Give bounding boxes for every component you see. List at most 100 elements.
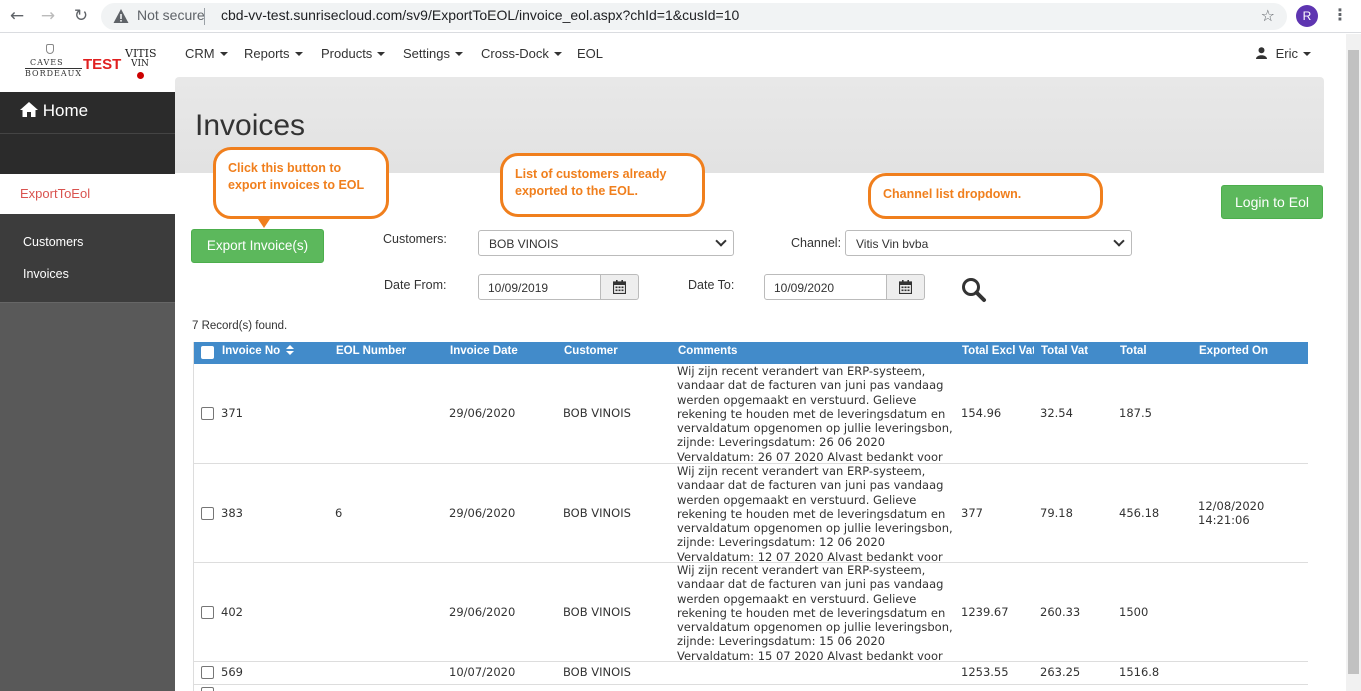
sidebar-home[interactable]: Home — [0, 92, 175, 174]
menu-crm[interactable]: CRM — [185, 46, 228, 61]
user-icon — [1256, 47, 1267, 59]
caret-down-icon — [377, 52, 386, 56]
logo-vin: VIN — [131, 59, 149, 69]
cell-total: 456.18 — [1119, 506, 1160, 520]
sidebar: Home ExportToEol Customers Invoices — [0, 92, 175, 691]
cell-total-excl-vat: 1239.67 — [961, 605, 1009, 619]
table-row[interactable] — [194, 685, 1308, 691]
browser-toolbar: ← → ↻ Not secure cbd-vv-test.sunriseclou… — [0, 0, 1361, 33]
select-all-checkbox[interactable] — [201, 346, 214, 359]
date-to-value: 10/09/2020 — [774, 281, 835, 295]
channel-select[interactable]: Vitis Vin bvba — [845, 230, 1132, 256]
sidebar-submenu: Customers Invoices — [0, 214, 175, 303]
caret-down-icon — [294, 52, 303, 56]
sidebar-item-export-to-eol[interactable]: ExportToEol — [0, 174, 175, 214]
cell-total: 1500 — [1119, 605, 1149, 619]
logo-caves: CAVES — [30, 58, 64, 67]
callout-export: Click this button to export invoices to … — [213, 147, 389, 228]
col-invoice-no[interactable]: Invoice No — [222, 345, 295, 357]
menu-label: Settings — [403, 46, 450, 61]
cell-customer: BOB VINOIS — [563, 506, 631, 520]
cell-comments: Wij zijn recent verandert van ERP-systee… — [677, 563, 953, 677]
cell-eol-number: 6 — [335, 506, 343, 520]
cell-customer: BOB VINOIS — [563, 665, 631, 679]
col-label: Invoice No — [222, 345, 281, 357]
menu-settings[interactable]: Settings — [403, 46, 463, 61]
cell-invoice-date: 29/06/2020 — [449, 506, 516, 520]
scrollbar-thumb[interactable] — [1348, 50, 1359, 674]
chevron-down-icon — [715, 235, 727, 247]
login-to-eol-button[interactable]: Login to Eol — [1221, 185, 1323, 219]
row-checkbox[interactable] — [201, 606, 214, 619]
sidebar-home-link[interactable]: Home — [20, 101, 88, 121]
customers-select-value: BOB VINOIS — [489, 237, 559, 251]
caret-down-icon — [553, 52, 562, 56]
search-icon[interactable] — [961, 277, 987, 303]
row-checkbox[interactable] — [201, 687, 214, 691]
col-exported-on: Exported On — [1199, 345, 1269, 357]
date-to-label: Date To: — [688, 278, 735, 292]
channel-select-value: Vitis Vin bvba — [856, 237, 929, 251]
address-separator — [204, 8, 205, 25]
row-checkbox[interactable] — [201, 507, 214, 520]
cell-comments: Wij zijn recent verandert van ERP-systee… — [677, 464, 953, 578]
row-checkbox[interactable] — [201, 666, 214, 679]
date-from-calendar-button[interactable] — [601, 274, 639, 300]
logo-test: TEST — [83, 56, 122, 73]
bookmark-star-icon[interactable]: ☆ — [1261, 6, 1275, 25]
cell-invoice-date: 29/06/2020 — [449, 406, 516, 420]
menu-eol[interactable]: EOL — [577, 46, 603, 61]
user-menu[interactable]: Eric — [1256, 46, 1312, 61]
page-scrollbar[interactable] — [1346, 34, 1361, 691]
table-row[interactable]: 569 10/07/2020 BOB VINOIS 1253.55 263.25… — [194, 662, 1308, 685]
cell-comments: Wij zijn recent verandert van ERP-systee… — [677, 364, 953, 478]
customers-select[interactable]: BOB VINOIS — [478, 230, 734, 256]
cell-exported-on: 12/08/2020 14:21:06 — [1198, 499, 1265, 528]
address-bar[interactable]: Not secure cbd-vv-test.sunrisecloud.com/… — [101, 3, 1287, 30]
table-row[interactable]: 383 6 29/06/2020 BOB VINOIS Wij zijn rec… — [194, 464, 1308, 578]
date-from-input[interactable]: 10/09/2019 — [478, 274, 601, 300]
cell-total-vat: 79.18 — [1040, 506, 1073, 520]
cell-total-vat: 32.54 — [1040, 406, 1073, 420]
table-row[interactable]: 402 29/06/2020 BOB VINOIS Wij zijn recen… — [194, 563, 1308, 677]
brand-logo[interactable]: CAVES BORDEAUX TEST VITIS VIN — [22, 42, 162, 84]
cell-invoice-no: 402 — [221, 605, 243, 619]
cell-invoice-date: 10/07/2020 — [449, 665, 516, 679]
callout-channel-text: Channel list dropdown. — [883, 187, 1022, 201]
chevron-down-icon — [1113, 235, 1125, 247]
sidebar-item-invoices[interactable]: Invoices — [23, 267, 69, 281]
date-to-calendar-button[interactable] — [887, 274, 925, 300]
security-label: Not secure — [137, 7, 205, 23]
forward-arrow-icon[interactable]: → — [37, 5, 59, 27]
main-content: Invoices Click this button to export inv… — [175, 77, 1324, 691]
reload-icon[interactable]: ↻ — [70, 5, 92, 27]
table-row[interactable]: 371 29/06/2020 BOB VINOIS Wij zijn recen… — [194, 364, 1308, 478]
caret-down-icon — [219, 52, 228, 56]
date-to-input[interactable]: 10/09/2020 — [764, 274, 887, 300]
cell-customer: BOB VINOIS — [563, 605, 631, 619]
export-invoices-button[interactable]: Export Invoice(s) — [191, 229, 324, 263]
row-checkbox[interactable] — [201, 407, 214, 420]
browser-menu-icon[interactable]: ⋮ — [1332, 5, 1348, 24]
sidebar-item-customers[interactable]: Customers — [23, 235, 83, 249]
callout-tail — [256, 216, 272, 228]
url-text[interactable]: cbd-vv-test.sunrisecloud.com/sv9/ExportT… — [221, 7, 739, 23]
caret-down-icon — [1303, 52, 1312, 56]
table-header: Invoice No EOL Number Invoice Date Custo… — [194, 342, 1308, 364]
user-name: Eric — [1275, 46, 1299, 61]
menu-products[interactable]: Products — [321, 46, 386, 61]
back-arrow-icon[interactable]: ← — [6, 5, 28, 27]
sidebar-divider — [0, 133, 175, 134]
profile-avatar[interactable]: R — [1296, 5, 1318, 27]
menu-cross-dock[interactable]: Cross-Dock — [481, 46, 562, 61]
crest-icon — [46, 44, 54, 54]
home-icon — [20, 102, 38, 117]
logo-dot — [137, 72, 144, 79]
page-title: Invoices — [195, 109, 306, 142]
callout-channel: Channel list dropdown. — [868, 173, 1103, 219]
date-from-label: Date From: — [384, 278, 447, 292]
records-found: 7 Record(s) found. — [192, 320, 288, 332]
menu-label: Cross-Dock — [481, 46, 549, 61]
menu-reports[interactable]: Reports — [244, 46, 303, 61]
customers-label: Customers: — [383, 232, 447, 246]
